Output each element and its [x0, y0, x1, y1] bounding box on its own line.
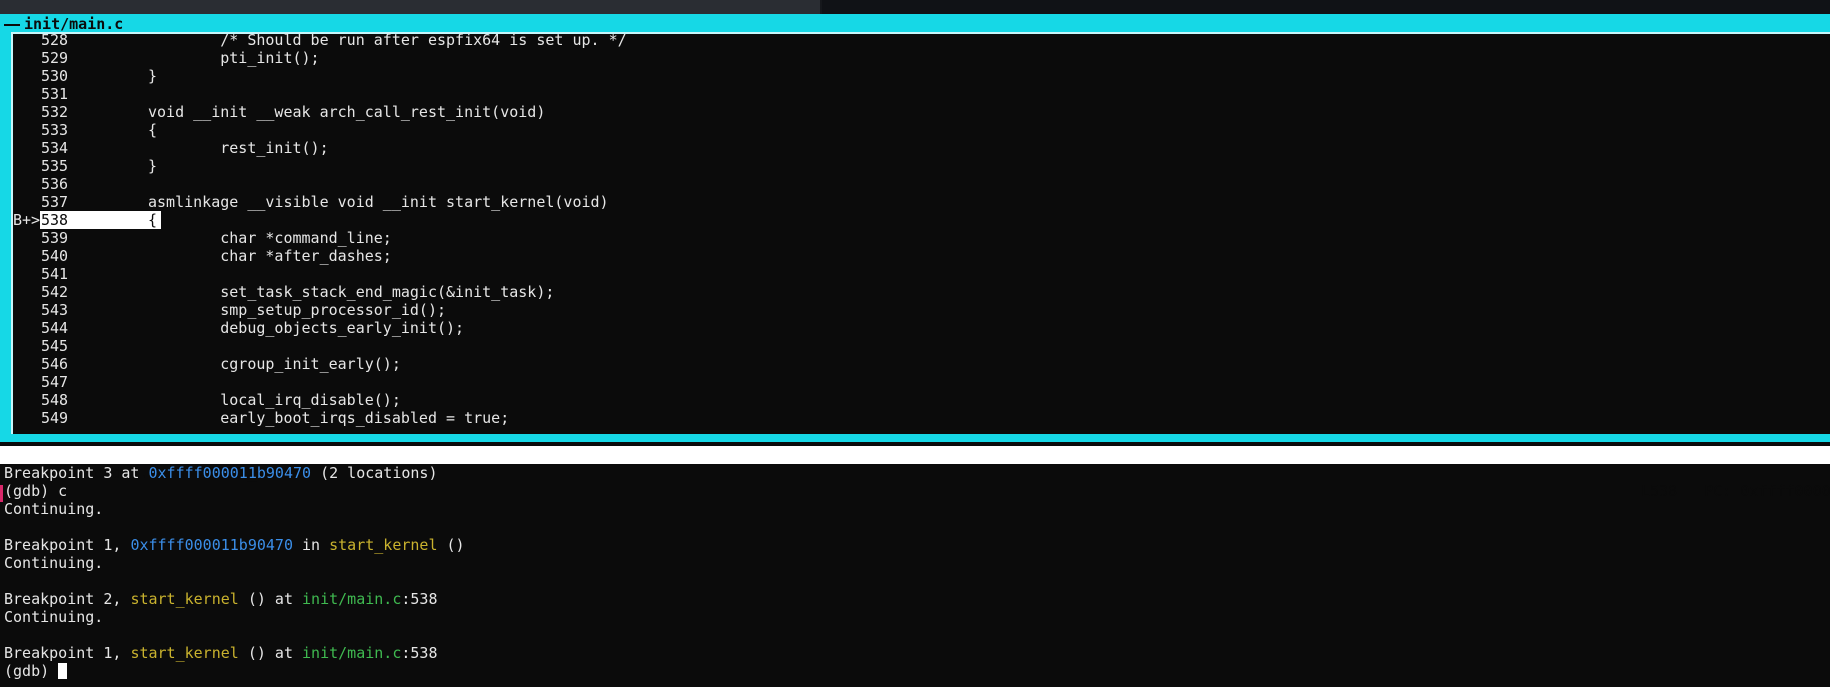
breakpoint-marker: B+> [13, 211, 41, 229]
source-text: rest_init(); [148, 139, 329, 157]
line-number: 533 [41, 121, 69, 139]
source-line[interactable]: 548 local_irq_disable(); [13, 391, 1830, 409]
source-text: local_irq_disable(); [148, 391, 401, 409]
function-name: start_kernel [130, 644, 239, 662]
line-number: 544 [41, 319, 69, 337]
source-line[interactable]: 546 cgroup_init_early(); [13, 355, 1830, 373]
line-number: 537 [41, 193, 69, 211]
source-line[interactable]: 545 [13, 337, 1830, 355]
line-number: 530 [41, 67, 69, 85]
source-line[interactable]: 530} [13, 67, 1830, 85]
source-line[interactable]: 535} [13, 157, 1830, 175]
line-number: 536 [41, 175, 69, 193]
source-text: set_task_stack_end_magic(&init_task); [148, 283, 555, 301]
file-name: init/main.c [302, 644, 402, 662]
source-line[interactable]: 543 smp_setup_processor_id(); [13, 301, 1830, 319]
source-line[interactable]: 528 /* Should be run after espfix64 is s… [13, 31, 1830, 49]
source-line[interactable]: 537 asmlinkage __visible void __init star… [13, 193, 1830, 211]
file-name: init/main.c [302, 590, 402, 608]
source-window-title: init/main.c [22, 15, 126, 33]
source-text: { [148, 121, 158, 139]
line-number: 541 [41, 265, 69, 283]
gdb-prompt-line[interactable]: (gdb) [4, 662, 1824, 680]
tui-status-bar: remote Thread 1.1 In: start_kernel L538 … [0, 446, 1830, 500]
source-line[interactable]: 540 char *after_dashes; [13, 247, 1830, 265]
source-text: { [148, 211, 158, 229]
console-line: Continuing. [4, 608, 104, 626]
source-line[interactable]: 532 void __init __weak arch_call_rest_ini… [13, 103, 1830, 121]
function-name: start_kernel [130, 590, 239, 608]
terminal-tab-left[interactable] [0, 0, 820, 14]
source-line[interactable]: 542 set_task_stack_end_magic(&init_task)… [13, 283, 1830, 301]
line-number: 540 [41, 247, 69, 265]
source-line[interactable]: 533 { [13, 121, 1830, 139]
text-cursor [58, 663, 68, 679]
source-text: debug_objects_early_init(); [148, 319, 465, 337]
source-text: } [148, 67, 158, 85]
line-number: 535 [41, 157, 69, 175]
source-line[interactable]: 547 [13, 373, 1830, 391]
line-number: 534 [41, 139, 69, 157]
console-line: Continuing. [4, 554, 104, 572]
line-number: 539 [41, 229, 69, 247]
line-number: 528 [41, 31, 69, 49]
line-number: 543 [41, 301, 69, 319]
source-text: early_boot_irqs_disabled = true; [148, 409, 510, 427]
source-text: smp_setup_processor_id(); [148, 301, 447, 319]
address: 0xffff000011b90470 [148, 464, 312, 482]
console-line: Breakpoint 1, start_kernel () at init/ma… [4, 644, 438, 662]
source-line[interactable]: 541 [13, 265, 1830, 283]
function-name: start_kernel [329, 536, 438, 554]
source-text: char *command_line; [148, 229, 392, 247]
source-line[interactable]: 529 pti_init(); [13, 49, 1830, 67]
source-text: } [148, 157, 158, 175]
source-line[interactable]: 536 [13, 175, 1830, 193]
line-number: 542 [41, 283, 69, 301]
line-number: 547 [41, 373, 69, 391]
line-number: 538 [40, 211, 161, 229]
source-text: /* Should be run after espfix64 is set u… [148, 31, 627, 49]
console-line: Breakpoint 1, 0xffff000011b90470 in star… [4, 536, 465, 554]
line-number: 545 [41, 337, 69, 355]
source-text: asmlinkage __visible void __init start_k… [148, 193, 609, 211]
line-number: 549 [41, 409, 69, 427]
line-number: 548 [41, 391, 69, 409]
console-line: (gdb) c [4, 482, 68, 500]
line-number: 531 [41, 85, 69, 103]
line-number: 532 [41, 103, 69, 121]
scroll-marker [0, 485, 3, 502]
gdb-console[interactable]: Breakpoint 3 at 0xffff000011b90470 (2 lo… [4, 464, 1824, 684]
line-number: 546 [41, 355, 69, 373]
source-line[interactable]: 549 early_boot_irqs_disabled = true; [13, 409, 1830, 427]
source-text: char *after_dashes; [148, 247, 392, 265]
source-text: pti_init(); [148, 49, 320, 67]
console-line: Breakpoint 3 at 0xffff000011b90470 (2 lo… [4, 464, 438, 482]
terminal-tab-strip [0, 0, 1830, 14]
source-line[interactable]: 534 rest_init(); [13, 139, 1830, 157]
line-number: 529 [41, 49, 69, 67]
source-line[interactable]: 539 char *command_line; [13, 229, 1830, 247]
title-rule [4, 24, 20, 26]
source-line[interactable]: 544 debug_objects_early_init(); [13, 319, 1830, 337]
source-text: cgroup_init_early(); [148, 355, 401, 373]
source-line[interactable]: B+> 538{ [13, 211, 1830, 229]
address: 0xffff000011b90470 [130, 536, 293, 554]
console-line: Continuing. [4, 500, 104, 518]
source-code-view[interactable]: 528 /* Should be run after espfix64 is s… [13, 31, 1830, 431]
console-line: Breakpoint 2, start_kernel () at init/ma… [4, 590, 438, 608]
source-text: void __init __weak arch_call_rest_init(v… [148, 103, 546, 121]
source-line[interactable]: 531 [13, 85, 1830, 103]
terminal-tab-right[interactable] [822, 0, 1830, 14]
